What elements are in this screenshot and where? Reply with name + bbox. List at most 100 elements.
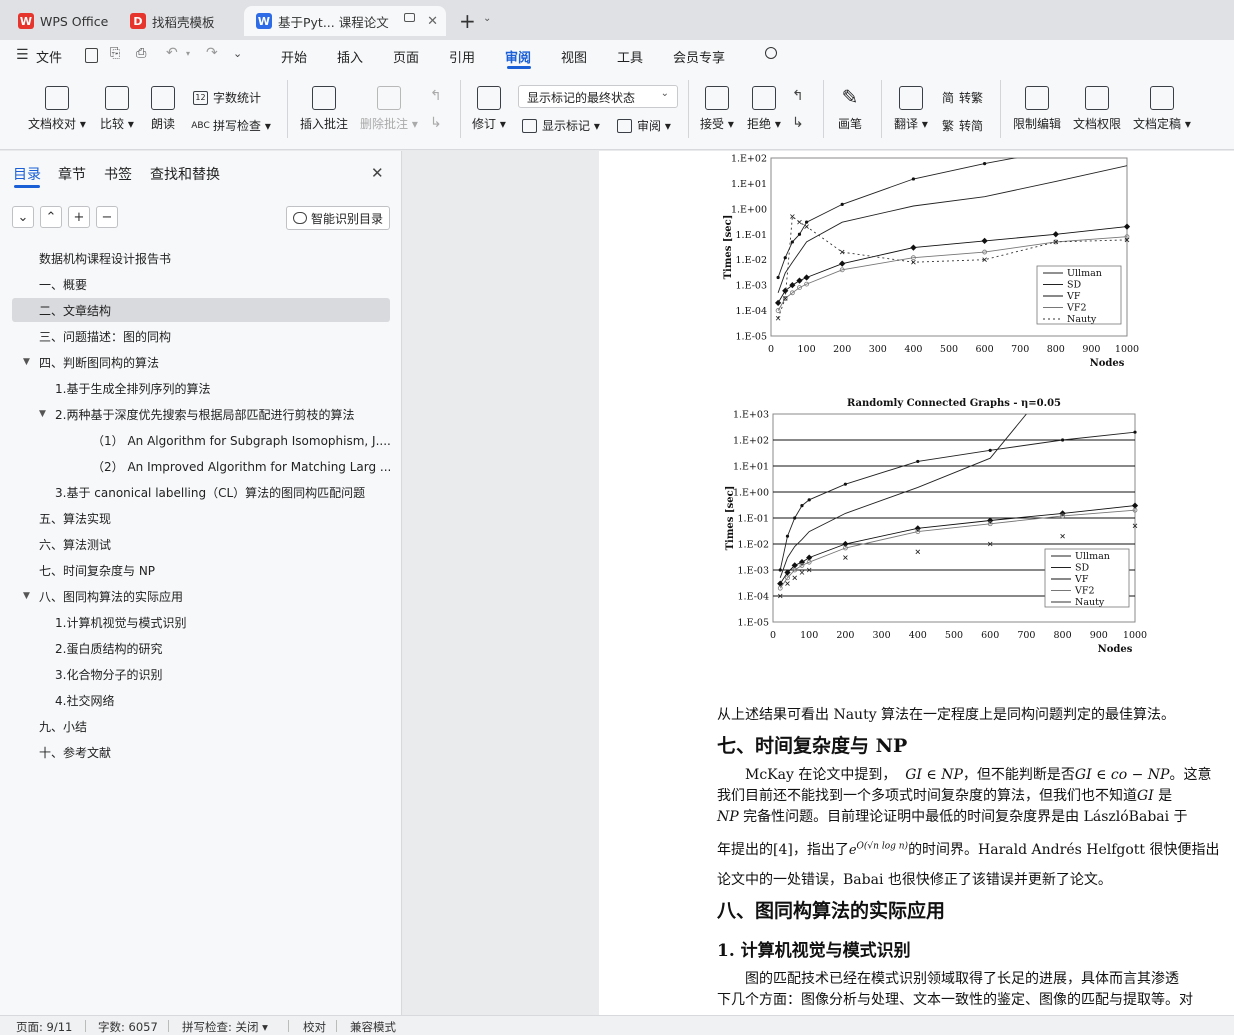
float-window-icon[interactable]: [404, 13, 415, 22]
close-tab-icon[interactable]: ✕: [427, 14, 438, 29]
data-point: [910, 244, 917, 251]
tab-docer[interactable]: D 找稻壳模板: [118, 6, 240, 36]
read-aloud-button[interactable]: 朗读: [151, 86, 175, 132]
menu-page[interactable]: 页面: [393, 47, 419, 66]
toc-item[interactable]: 七、时间复杂度与 NP: [12, 558, 390, 582]
close-icon[interactable]: ✕: [371, 164, 384, 182]
menu-file[interactable]: 文件: [36, 47, 62, 66]
math-gi-in-np: GI ∈ NP: [905, 767, 963, 783]
toc-item[interactable]: （1） An Algorithm for Subgraph Isomophism…: [12, 428, 390, 452]
menu-tools[interactable]: 工具: [617, 47, 643, 66]
toc-item[interactable]: 五、算法实现: [12, 506, 390, 530]
menu-insert[interactable]: 插入: [337, 47, 363, 66]
collapse-all-icon[interactable]: ⌄: [12, 206, 34, 228]
toc-item[interactable]: 三、问题描述：图的同构: [12, 324, 390, 348]
menu-view[interactable]: 视图: [561, 47, 587, 66]
toc-item[interactable]: 1.计算机视觉与模式识别: [12, 610, 390, 634]
to-simplified-button[interactable]: 繁 转简: [942, 117, 983, 134]
doc-permission-button[interactable]: 文档权限: [1073, 86, 1121, 132]
next-comment-icon[interactable]: ↳: [430, 115, 442, 131]
smart-toc-button[interactable]: 智能识别目录: [286, 206, 390, 230]
expand-arrow-icon[interactable]: ▼: [23, 591, 30, 601]
more-chevron-icon[interactable]: ⌄: [233, 47, 242, 60]
toc-item-label: 四、判断图同构的算法: [39, 355, 160, 370]
toc-item[interactable]: ▼ 八、图同构算法的实际应用: [12, 584, 390, 608]
toc-item[interactable]: ▼ 2.两种基于深度优先搜索与根据局部匹配进行剪枝的算法: [12, 402, 390, 426]
toc-item[interactable]: 3.化合物分子的识别: [12, 662, 390, 686]
legend-label: SD: [1067, 280, 1082, 291]
toc-item[interactable]: 二、文章结构: [12, 298, 390, 322]
insert-comment-button[interactable]: 插入批注: [300, 86, 348, 132]
word-count-button[interactable]: 12 字数统计: [193, 89, 261, 106]
page-indicator[interactable]: 页面: 9/11: [16, 1019, 72, 1035]
spell-check-status[interactable]: 拼写检查: 关闭 ▾: [182, 1019, 268, 1035]
data-point: [778, 568, 782, 572]
add-heading-icon[interactable]: +: [68, 206, 90, 228]
print-preview-icon[interactable]: ⎙: [136, 46, 146, 61]
ribbon-separator: [823, 80, 824, 138]
save-icon[interactable]: [85, 48, 98, 63]
accept-button[interactable]: 接受 ▾: [700, 86, 734, 132]
new-tab-icon[interactable]: +: [459, 9, 476, 33]
chevron-down-icon[interactable]: ⌄: [483, 13, 491, 24]
expand-up-icon[interactable]: ⌃: [40, 206, 62, 228]
export-icon[interactable]: ⎘: [110, 46, 120, 61]
y-tick-label: 1.E+03: [733, 410, 769, 421]
nav-tab-find-replace[interactable]: 查找和替换: [150, 164, 220, 184]
search-icon[interactable]: [765, 47, 777, 59]
status-separator: [336, 1020, 337, 1032]
redo-icon[interactable]: ↷: [206, 45, 218, 61]
data-point: [796, 277, 803, 284]
hamburger-icon[interactable]: ☰: [16, 47, 29, 63]
toc-item[interactable]: 一、概要: [12, 272, 390, 296]
toc-item[interactable]: 3.基于 canonical labelling（CL）算法的图同构匹配问题: [12, 480, 390, 504]
previous-comment-icon[interactable]: ↰: [430, 88, 442, 104]
x-tick-label: 700: [1017, 630, 1035, 641]
translate-button[interactable]: 翻译 ▾: [894, 86, 928, 132]
nav-tab-bookmarks[interactable]: 书签: [104, 164, 132, 184]
nav-tab-toc[interactable]: 目录: [13, 164, 41, 184]
previous-change-icon[interactable]: ↰: [792, 88, 804, 104]
doc-check-button[interactable]: 文档校对 ▾: [28, 86, 86, 132]
menu-review[interactable]: 审阅: [505, 47, 531, 66]
word-count-indicator[interactable]: 字数: 6057: [98, 1019, 158, 1035]
compare-button[interactable]: 比较 ▾: [100, 86, 134, 132]
proofread-button[interactable]: 校对: [303, 1019, 326, 1035]
toc-item[interactable]: 九、小结: [12, 714, 390, 738]
spell-check-button[interactable]: ABC 拼写检查 ▾: [191, 117, 271, 134]
show-markup-button[interactable]: 显示标记 ▾: [522, 117, 600, 134]
delete-comment-button[interactable]: 删除批注 ▾: [360, 86, 418, 132]
undo-dropdown-icon[interactable]: ▾: [186, 49, 190, 58]
tab-current-document[interactable]: W 基于Pyt... 课程论文 ✕: [244, 6, 446, 36]
toc-item[interactable]: ▼ 四、判断图同构的算法: [12, 350, 390, 374]
toc-item-label: 五、算法实现: [39, 511, 112, 526]
navigation-pane: 目录 章节 书签 查找和替换 ✕ ⌄ ⌃ + − 智能识别目录 数据机构课程设计…: [0, 151, 402, 1015]
revise-button[interactable]: 修订 ▾: [472, 86, 506, 132]
toc-item[interactable]: 六、算法测试: [12, 532, 390, 556]
toc-item[interactable]: （2） An Improved Algorithm for Matching L…: [12, 454, 390, 478]
review-pane-button[interactable]: 审阅 ▾: [617, 117, 671, 134]
doc-finalize-button[interactable]: 文档定稿 ▾: [1133, 86, 1191, 132]
menu-member[interactable]: 会员专享: [673, 47, 725, 66]
tab-wps-office[interactable]: W WPS Office: [6, 6, 112, 36]
to-traditional-button[interactable]: 简 转繁: [942, 89, 983, 106]
toc-item[interactable]: 1.基于生成全排列序列的算法: [12, 376, 390, 400]
nav-tab-sections[interactable]: 章节: [58, 164, 86, 184]
expand-arrow-icon[interactable]: ▼: [39, 409, 46, 419]
next-change-icon[interactable]: ↳: [792, 115, 804, 131]
pen-button[interactable]: ✎ 画笔: [838, 86, 862, 132]
markup-display-select[interactable]: 显示标记的最终状态 ⌄: [518, 85, 678, 108]
menu-home[interactable]: 开始: [281, 47, 307, 66]
toc-item[interactable]: 数据机构课程设计报告书: [12, 246, 390, 270]
reject-button[interactable]: 拒绝 ▾: [747, 86, 781, 132]
menu-references[interactable]: 引用: [449, 47, 475, 66]
toc-item[interactable]: 4.社交网络: [12, 688, 390, 712]
toc-item[interactable]: 十、参考文献: [12, 740, 390, 764]
undo-icon[interactable]: ↶: [166, 45, 178, 61]
expand-arrow-icon[interactable]: ▼: [23, 357, 30, 367]
accept-label: 接受: [700, 117, 725, 131]
toc-item[interactable]: 2.蛋白质结构的研究: [12, 636, 390, 660]
restrict-edit-button[interactable]: 限制编辑: [1013, 86, 1061, 132]
remove-heading-icon[interactable]: −: [96, 206, 118, 228]
read-aloud-label: 朗读: [151, 117, 176, 131]
